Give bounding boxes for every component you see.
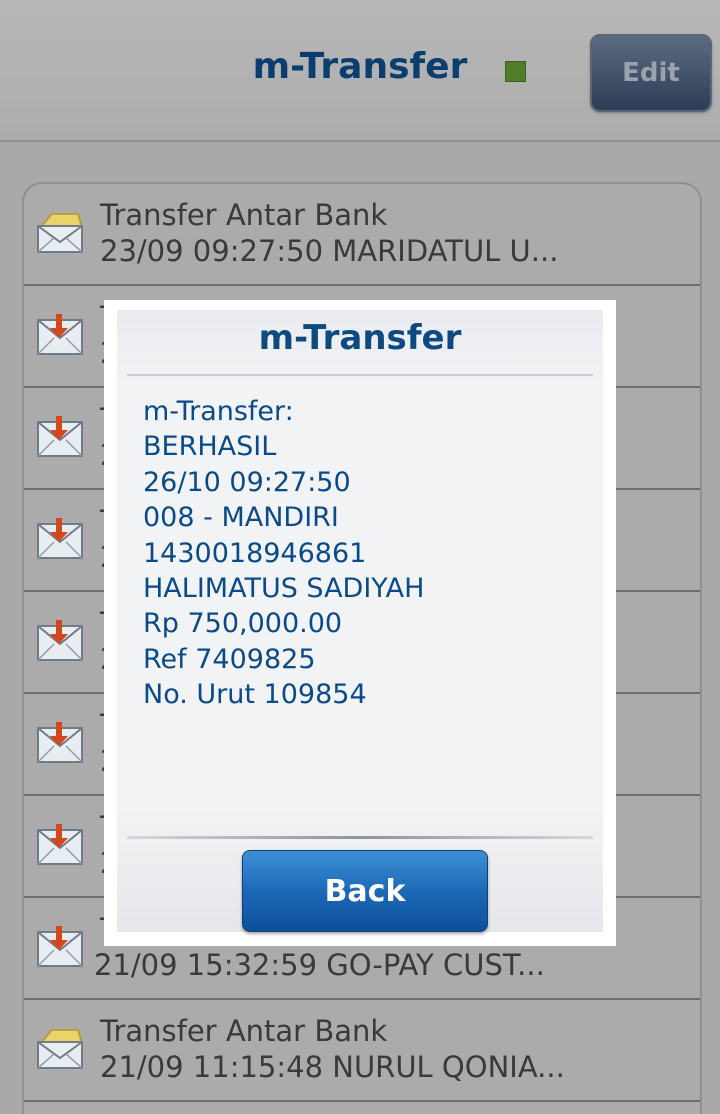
dialog-title: m-Transfer — [258, 318, 462, 358]
transfer-result-dialog: m-Transfer m-Transfer: BERHASIL 26/10 09… — [104, 300, 616, 946]
transfer-amount: Rp 750,000.00 — [143, 608, 343, 640]
list-item-subtitle: 23/09 09:27:50 MARIDATUL U... — [100, 234, 559, 268]
new-envelope-icon — [37, 314, 83, 355]
new-envelope-icon — [37, 620, 83, 661]
list-item-title: Transfer Antar Bank — [100, 198, 388, 232]
back-button[interactable]: Back — [242, 850, 488, 932]
open-envelope-icon — [37, 213, 83, 253]
recipient-name: HALIMATUS SADIYAH — [143, 572, 425, 604]
list-item-subtitle: 21/09 15:32:59 GO-PAY CUST... — [94, 948, 545, 982]
dialog-message: m-Transfer: BERHASIL 26/10 09:27:50 008 … — [143, 394, 583, 713]
edit-button[interactable]: Edit — [590, 34, 712, 112]
reference-number: Ref 7409825 — [143, 643, 316, 675]
divider — [127, 836, 593, 839]
divider — [127, 374, 593, 376]
list-item[interactable]: Transfer Antar Bank 21/09 11:15:48 NURUL… — [24, 1000, 700, 1102]
dialog-panel: m-Transfer m-Transfer: BERHASIL 26/10 09… — [117, 310, 603, 932]
new-envelope-icon — [37, 416, 83, 457]
status-indicator — [505, 61, 526, 82]
new-envelope-icon — [37, 926, 83, 967]
list-item-title: Transfer Antar Bank — [100, 1014, 388, 1048]
destination-bank: 008 - MANDIRI — [143, 502, 339, 534]
transfer-status: BERHASIL — [143, 431, 277, 463]
open-envelope-icon — [37, 1029, 83, 1069]
account-number: 1430018946861 — [143, 537, 367, 569]
app-header: m-Transfer Edit — [0, 0, 720, 142]
sequence-number: No. Urut 109854 — [143, 679, 367, 711]
new-envelope-icon — [37, 722, 83, 763]
transfer-datetime: 26/10 09:27:50 — [143, 466, 351, 498]
new-envelope-icon — [37, 824, 83, 865]
list-item-subtitle: 21/09 11:15:48 NURUL QONIA... — [100, 1050, 565, 1084]
list-item[interactable]: Transfer Antar Bank 23/09 09:27:50 MARID… — [24, 184, 700, 286]
message-header: m-Transfer: — [143, 396, 294, 427]
new-envelope-icon — [37, 518, 83, 559]
